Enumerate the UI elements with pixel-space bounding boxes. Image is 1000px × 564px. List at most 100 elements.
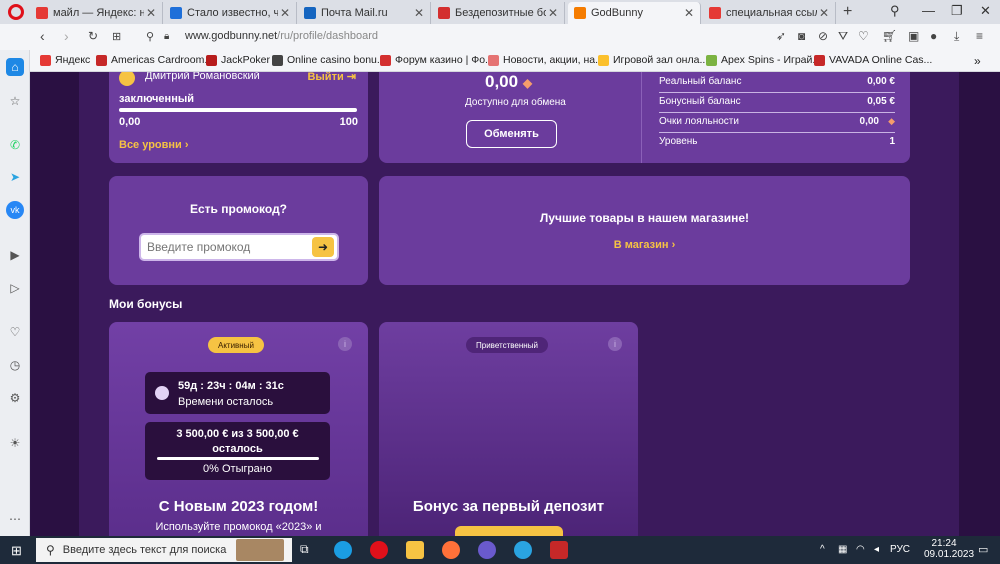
tab-yandex[interactable]: майл — Яндекс: нашло✕ (30, 2, 163, 24)
notifications-icon[interactable]: ▭ (978, 543, 988, 556)
home-icon[interactable]: ⌂ (6, 58, 24, 76)
close-tab-icon[interactable]: ✕ (144, 6, 158, 20)
history-icon[interactable]: ◷ (6, 356, 24, 374)
profile-avatar-icon[interactable]: ● (930, 29, 937, 43)
arrow-right-icon: ➜ (317, 240, 329, 254)
vk-icon[interactable]: vk (6, 201, 24, 219)
close-tab-icon[interactable]: ✕ (546, 6, 560, 20)
level-progress-bar (119, 108, 357, 112)
volume-icon[interactable]: ◂ (874, 544, 879, 555)
tab-special-link[interactable]: специальная ссылка на✕ (703, 2, 836, 24)
timer-label: Времени осталось (178, 396, 274, 408)
lock-icon[interactable]: 🔒︎ (164, 31, 169, 42)
close-tab-icon[interactable]: ✕ (278, 6, 292, 20)
bison-widget-icon[interactable] (236, 539, 284, 561)
close-window-button[interactable]: ✕ (980, 3, 991, 19)
reload-icon[interactable]: ↻ (88, 29, 98, 43)
bookmark-news[interactable]: Новости, акции, на... (488, 54, 604, 66)
send-icon[interactable]: ➶ (776, 29, 786, 43)
clock[interactable]: 21:24 09.01.2023 (924, 538, 974, 560)
opera-logo-icon[interactable] (8, 4, 24, 20)
tab-search-icon[interactable]: ⚲ (890, 3, 900, 19)
bookmark-forum[interactable]: Форум казино | Фо... (380, 54, 494, 66)
promo-submit-button[interactable]: ➜ (312, 237, 334, 257)
all-levels-link[interactable]: Все уровни › (119, 139, 189, 151)
star-icon[interactable]: ☆ (6, 92, 24, 110)
download-icon[interactable]: ⤓ (954, 29, 959, 44)
close-tab-icon[interactable]: ✕ (682, 6, 696, 20)
bookmark-online-casino[interactable]: Online casino bonu... (272, 54, 386, 66)
exchange-amount: 0,00 ◆ (485, 72, 533, 91)
minimize-button[interactable]: — (922, 3, 935, 18)
task-view-icon[interactable]: ⧉ (300, 542, 309, 557)
deposit-button[interactable] (455, 526, 563, 536)
info-icon[interactable]: i (608, 337, 622, 351)
back-button[interactable]: ‹ (40, 28, 45, 44)
camera-icon[interactable]: ◙ (798, 29, 805, 43)
status-badge: Активный (208, 337, 264, 353)
wallet-icon[interactable]: ▣ (908, 29, 919, 43)
promo-input[interactable] (147, 238, 307, 256)
bookmark-apex-spins[interactable]: Apex Spins - Играй... (706, 54, 821, 66)
send-icon[interactable]: ▷ (6, 279, 24, 297)
url-field[interactable]: www.godbunny.net/ru/profile/dashboard (185, 30, 378, 42)
bookmark-heart-icon[interactable]: ♡ (858, 29, 869, 43)
logout-link[interactable]: Выйти ⇥ (307, 72, 356, 83)
windows-start-icon[interactable]: ⊞ (11, 543, 22, 559)
bookmark-yandex[interactable]: Яндекс (40, 54, 90, 66)
adblock-icon[interactable]: ⊘ (818, 29, 828, 43)
maximize-button[interactable]: ❐ (951, 3, 963, 19)
level-card: Дмитрий Романовский Выйти ⇥ заключенный … (109, 72, 368, 163)
file-explorer-icon[interactable] (406, 541, 424, 559)
tray-app-icon[interactable]: ▦ (838, 544, 847, 555)
more-icon[interactable]: ⋯ (6, 510, 24, 528)
firefox-icon[interactable] (442, 541, 460, 559)
level-avatar-icon (119, 72, 135, 86)
casino-bonus-favicon-icon (272, 54, 283, 66)
opera-taskbar-icon[interactable] (370, 541, 388, 559)
language-indicator[interactable]: РУС (890, 544, 910, 555)
bookmark-americas-cardroom[interactable]: Americas Cardroom... (96, 54, 213, 66)
speed-dial-icon[interactable]: ⊞ (112, 30, 121, 43)
bookmarks-bar: Яндекс Americas Cardroom... JackPoker On… (0, 50, 1000, 72)
close-tab-icon[interactable]: ✕ (412, 6, 426, 20)
bookmark-jackpoker[interactable]: JackPoker (206, 54, 270, 66)
forward-button[interactable]: › (64, 28, 69, 44)
yandex-favicon-icon (40, 54, 51, 66)
tab-godbunny[interactable]: GodBunny ✕ (568, 2, 701, 24)
edge-icon[interactable] (334, 541, 352, 559)
clock-icon (155, 386, 169, 400)
tab-news[interactable]: Стало известно, что пр✕ (164, 2, 297, 24)
menu-icon[interactable]: ≡ (976, 29, 983, 43)
bookmark-game-hall[interactable]: Игровой зал онла... (598, 54, 708, 66)
tab-bonuses[interactable]: Бездепозитные бонус✕ (432, 2, 565, 24)
shop-link[interactable]: В магазин › (379, 239, 910, 251)
whatsapp-icon[interactable]: ✆ (6, 136, 24, 154)
bookmarks-more-icon[interactable]: » (974, 54, 981, 68)
bookmark-vavada[interactable]: VAVADA Online Cas... (814, 54, 932, 66)
exchange-button[interactable]: Обменять (466, 120, 557, 148)
wager-box: 3 500,00 € из 3 500,00 € осталось 0% Оты… (145, 422, 330, 480)
vpn-icon[interactable]: ⛛ (838, 29, 848, 44)
new-tab-button[interactable]: + (843, 3, 852, 21)
heart-icon[interactable]: ♡ (6, 323, 24, 341)
page-content: Дмитрий Романовский Выйти ⇥ заключенный … (31, 72, 1000, 536)
wager-value: 3 500,00 € из 3 500,00 € (176, 428, 299, 440)
telegram-taskbar-icon[interactable] (514, 541, 532, 559)
settings-icon[interactable]: ⚙ (6, 389, 24, 407)
info-icon[interactable]: i (338, 337, 352, 351)
poker-app-icon[interactable] (550, 541, 568, 559)
tips-icon[interactable]: ☀ (6, 434, 24, 452)
cart-icon[interactable]: 🛒︎ (882, 29, 897, 43)
player-icon[interactable]: ▶ (6, 246, 24, 264)
wagered-label: 0% Отыграно (203, 463, 272, 475)
network-icon[interactable]: ◠ (856, 544, 865, 555)
search-icon: ⚲ (46, 543, 55, 557)
yandex-favicon-icon (36, 7, 48, 19)
news-favicon-icon (488, 54, 499, 66)
tab-mail[interactable]: Почта Mail.ru ✕ (298, 2, 431, 24)
telegram-icon[interactable]: ➤ (6, 168, 24, 186)
app-icon[interactable] (478, 541, 496, 559)
close-tab-icon[interactable]: ✕ (817, 6, 831, 20)
tray-expand-icon[interactable]: ^ (820, 544, 825, 555)
